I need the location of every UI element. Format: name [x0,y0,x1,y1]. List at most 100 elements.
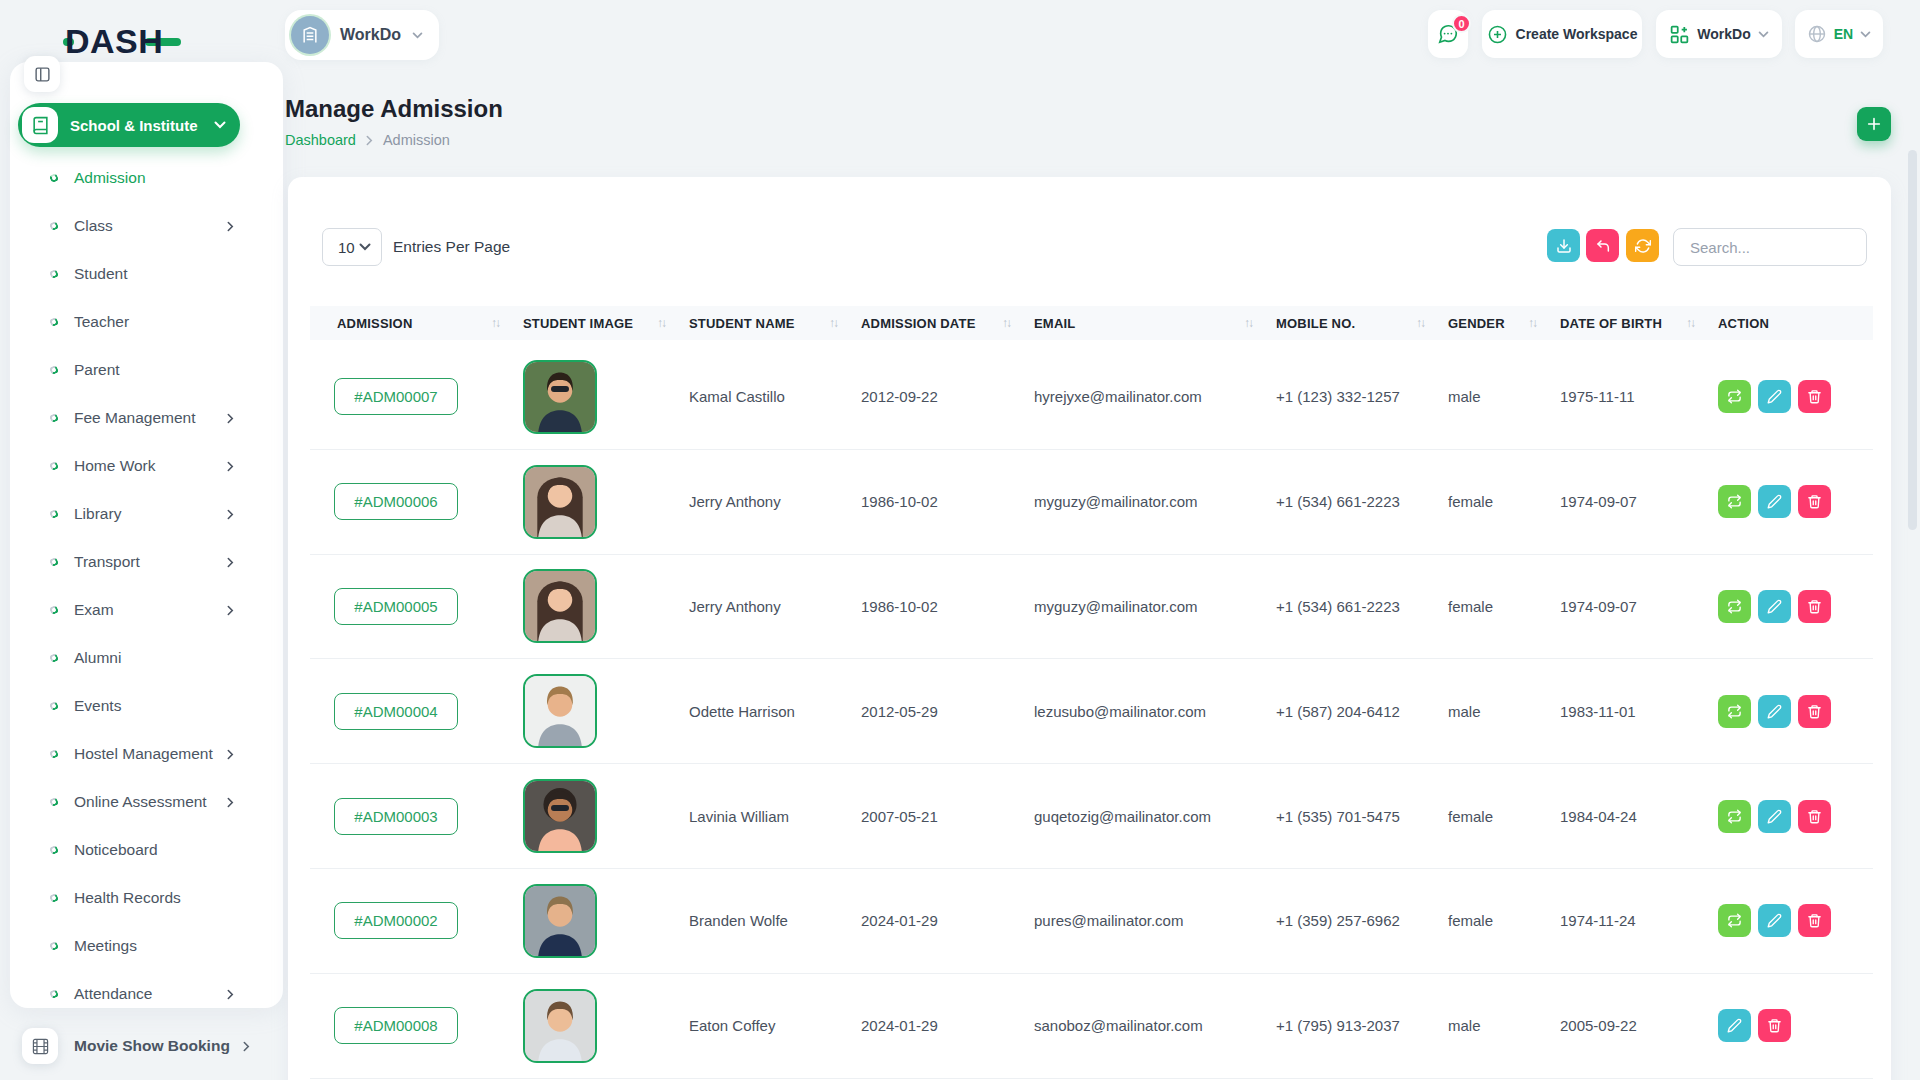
column-header[interactable]: EMAIL ↑↓ [1034,306,1276,340]
student-image[interactable] [523,674,597,748]
workspace-switcher[interactable]: WorkDo [285,10,439,60]
module-switcher-button[interactable]: School & Institute [18,103,240,147]
edit-button[interactable] [1758,590,1791,623]
column-header[interactable]: ADMISSION ↑↓ [310,306,523,340]
trash-icon [1807,389,1822,404]
delete-button[interactable] [1798,800,1831,833]
sort-icon[interactable]: ↑↓ [1244,316,1252,330]
column-header[interactable]: MOBILE NO. ↑↓ [1276,306,1448,340]
sort-icon[interactable]: ↑↓ [657,316,665,330]
undo-icon [1595,238,1611,254]
transfer-button[interactable] [1718,904,1751,937]
bullet-icon [49,989,59,999]
sidebar-item-label: Exam [74,601,227,619]
breadcrumb: Dashboard Admission [285,132,450,148]
edit-button[interactable] [1758,695,1791,728]
student-image[interactable] [523,465,597,539]
column-header[interactable]: STUDENT IMAGE ↑↓ [523,306,689,340]
edit-button[interactable] [1718,1009,1751,1042]
sidebar-item-meetings[interactable]: Meetings [10,922,283,970]
admission-id-badge: #ADM00003 [334,798,458,835]
export-button[interactable] [1547,229,1580,262]
sidebar: School & Institute Admission Class Stude… [10,62,283,1008]
edit-button[interactable] [1758,380,1791,413]
sidebar-item-noticeboard[interactable]: Noticeboard [10,826,283,874]
sidebar-item-class[interactable]: Class [10,202,283,250]
column-header[interactable]: ACTION [1718,306,1873,340]
sort-icon[interactable]: ↑↓ [1686,316,1694,330]
refresh-button[interactable] [1626,229,1659,262]
delete-button[interactable] [1758,1009,1791,1042]
email-cell: guqetozig@mailinator.com [1034,808,1276,825]
sort-icon[interactable]: ↑↓ [1416,316,1424,330]
transfer-button[interactable] [1718,380,1751,413]
sidebar-item-student[interactable]: Student [10,250,283,298]
sort-icon[interactable]: ↑↓ [1528,316,1536,330]
delete-button[interactable] [1798,590,1831,623]
column-header[interactable]: GENDER ↑↓ [1448,306,1560,340]
column-header[interactable]: ADMISSION DATE ↑↓ [861,306,1034,340]
sidebar-item-movie-show-booking[interactable]: Movie Show Booking [22,1028,250,1064]
sidebar-collapse-button[interactable] [24,56,60,92]
sidebar-item-parent[interactable]: Parent [10,346,283,394]
column-header-label: MOBILE NO. [1276,316,1355,331]
delete-button[interactable] [1798,380,1831,413]
sidebar-item-library[interactable]: Library [10,490,283,538]
create-workspace-button[interactable]: Create Workspace [1482,10,1642,58]
transfer-button[interactable] [1718,800,1751,833]
bullet-icon [49,749,59,759]
student-image[interactable] [523,989,597,1063]
entries-per-page-select[interactable]: 10 [322,228,382,266]
column-header[interactable]: STUDENT NAME ↑↓ [689,306,861,340]
edit-button[interactable] [1758,485,1791,518]
undo-button[interactable] [1586,229,1619,262]
sidebar-item-fee-management[interactable]: Fee Management [10,394,283,442]
sidebar-item-online-assessment[interactable]: Online Assessment [10,778,283,826]
app-logo[interactable]: DASH [63,22,181,61]
trash-icon [1807,913,1822,928]
column-header[interactable]: DATE OF BIRTH ↑↓ [1560,306,1718,340]
sidebar-item-admission[interactable]: Admission [10,154,283,202]
student-image[interactable] [523,360,597,434]
sidebar-item-label: Hostel Management [74,745,227,763]
transfer-button[interactable] [1718,485,1751,518]
sidebar-item-attendance[interactable]: Attendance [10,970,283,1018]
sidebar-item-transport[interactable]: Transport [10,538,283,586]
sort-icon[interactable]: ↑↓ [491,316,499,330]
sort-icon[interactable]: ↑↓ [829,316,837,330]
delete-button[interactable] [1798,485,1831,518]
page-scrollbar[interactable] [1908,150,1917,530]
language-selector[interactable]: EN [1795,10,1883,58]
trash-icon [1807,599,1822,614]
bullet-icon [49,509,59,519]
breadcrumb-dashboard-link[interactable]: Dashboard [285,132,356,148]
sidebar-item-alumni[interactable]: Alumni [10,634,283,682]
student-image[interactable] [523,779,597,853]
grid-plus-icon [1669,24,1690,45]
dob-cell: 1983-11-01 [1560,703,1718,720]
sidebar-item-health-records[interactable]: Health Records [10,874,283,922]
table-header: ADMISSION ↑↓ STUDENT IMAGE ↑↓ STUDENT NA… [310,306,1873,340]
edit-button[interactable] [1758,800,1791,833]
delete-button[interactable] [1798,695,1831,728]
sidebar-item-events[interactable]: Events [10,682,283,730]
chevron-down-icon [214,121,226,129]
bullet-icon [49,605,59,615]
pencil-icon [1767,913,1782,928]
sort-icon[interactable]: ↑↓ [1002,316,1010,330]
sidebar-item-home-work[interactable]: Home Work [10,442,283,490]
table-row: #ADM00004 Odette Harrison 2012-05-29 lez… [310,659,1873,764]
workdo-menu-button[interactable]: WorkDo [1656,10,1782,58]
transfer-button[interactable] [1718,590,1751,623]
sidebar-item-exam[interactable]: Exam [10,586,283,634]
search-input[interactable] [1673,228,1867,266]
add-admission-button[interactable] [1857,107,1891,141]
messages-button[interactable]: 0 [1428,10,1468,58]
student-image[interactable] [523,884,597,958]
student-image[interactable] [523,569,597,643]
sidebar-item-hostel-management[interactable]: Hostel Management [10,730,283,778]
sidebar-item-teacher[interactable]: Teacher [10,298,283,346]
transfer-button[interactable] [1718,695,1751,728]
edit-button[interactable] [1758,904,1791,937]
delete-button[interactable] [1798,904,1831,937]
